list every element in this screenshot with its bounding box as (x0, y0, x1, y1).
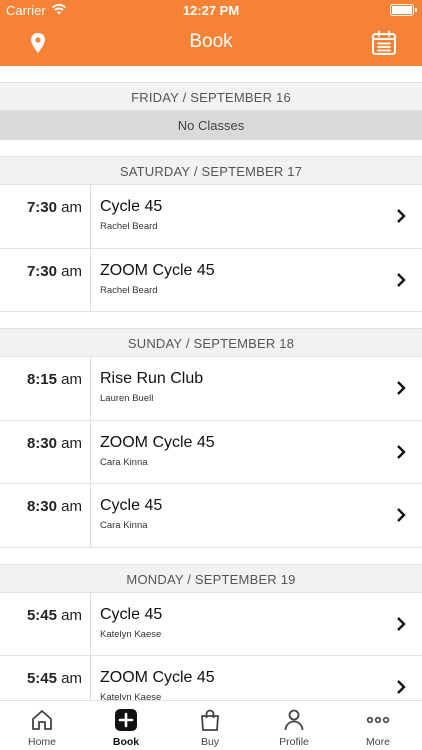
spacer (0, 312, 422, 328)
class-instructor: Lauren Buell (100, 393, 154, 404)
class-name: Rise Run Club (100, 370, 204, 387)
clock: 12:27 PM (182, 3, 240, 18)
class-name: Cycle 45 (100, 605, 163, 623)
tab-label: Home (27, 736, 56, 748)
class-time: 8:30 am (26, 498, 82, 515)
class-row[interactable]: 7:30 am ZOOM Cycle 45 Rachel Beard (0, 248, 422, 312)
profile-icon (284, 709, 304, 731)
tab-label: Profile (279, 736, 309, 748)
day-header: FRIDAY / SEPTEMBER 16 (0, 82, 422, 111)
schedule-list[interactable]: FRIDAY / SEPTEMBER 16 No Classes SATURDA… (0, 66, 422, 700)
tab-bar: Home Book Buy Profile More (0, 700, 422, 750)
no-classes-label: No Classes (0, 111, 422, 140)
spacer (0, 547, 422, 564)
home-icon (32, 710, 52, 730)
class-name: ZOOM Cycle 45 (100, 261, 215, 279)
tab-home[interactable]: Home (0, 701, 84, 750)
day-header: SATURDAY / SEPTEMBER 17 (0, 156, 422, 185)
tab-label: Buy (200, 736, 220, 748)
class-instructor: Rachel Beard (100, 221, 158, 232)
class-time: 5:45 am (26, 606, 82, 624)
chevron-right-icon (397, 444, 406, 459)
class-instructor: Cara Kinna (100, 520, 148, 531)
book-plus-icon (115, 709, 137, 731)
tab-profile[interactable]: Profile (252, 701, 336, 750)
day-header: SUNDAY / SEPTEMBER 18 (0, 328, 422, 357)
class-instructor: Cara Kinna (100, 456, 148, 468)
more-dots-icon (366, 716, 390, 724)
page-title: Book (189, 31, 233, 52)
spacer (0, 66, 422, 82)
day-header: MONDAY / SEPTEMBER 19 (0, 563, 422, 593)
calendar-list-icon[interactable] (370, 29, 398, 57)
chevron-right-icon (397, 272, 406, 287)
battery-icon (390, 4, 417, 16)
class-row[interactable]: 7:30 am Cycle 45 Rachel Beard (0, 185, 422, 249)
class-time: 8:15 am (26, 371, 82, 388)
chevron-right-icon (397, 680, 406, 694)
class-row[interactable]: 8:15 am Rise Run Club Lauren Buell (0, 357, 422, 421)
spacer (0, 140, 422, 156)
tab-label: Book (112, 736, 140, 748)
class-row[interactable]: 5:45 am ZOOM Cycle 45 Katelyn Kaese (0, 656, 422, 700)
class-time: 8:30 am (26, 434, 82, 452)
shopping-bag-icon (201, 709, 219, 731)
chevron-right-icon (397, 508, 406, 522)
class-instructor: Katelyn Kaese (100, 692, 162, 700)
class-instructor: Katelyn Kaese (100, 628, 162, 640)
chevron-right-icon (397, 616, 406, 631)
class-name: ZOOM Cycle 45 (100, 433, 215, 451)
tab-label: More (366, 736, 390, 748)
class-row[interactable]: 5:45 am Cycle 45 Katelyn Kaese (0, 592, 422, 656)
chevron-right-icon (397, 381, 406, 395)
class-time: 7:30 am (26, 262, 82, 280)
class-time: 7:30 am (26, 199, 82, 216)
nav-bar: Book (0, 20, 422, 66)
tab-buy[interactable]: Buy (168, 701, 252, 750)
tab-book[interactable]: Book (84, 701, 168, 750)
class-name: Cycle 45 (100, 497, 163, 514)
class-instructor: Rachel Beard (100, 284, 158, 296)
class-row[interactable]: 8:30 am Cycle 45 Cara Kinna (0, 484, 422, 548)
class-time: 5:45 am (26, 670, 82, 687)
tab-more[interactable]: More (336, 701, 420, 750)
chevron-right-icon (397, 209, 406, 223)
status-bar: Carrier 12:27 PM (0, 0, 422, 20)
class-row[interactable]: 8:30 am ZOOM Cycle 45 Cara Kinna (0, 420, 422, 484)
class-name: ZOOM Cycle 45 (100, 669, 215, 686)
class-name: Cycle 45 (100, 198, 163, 215)
